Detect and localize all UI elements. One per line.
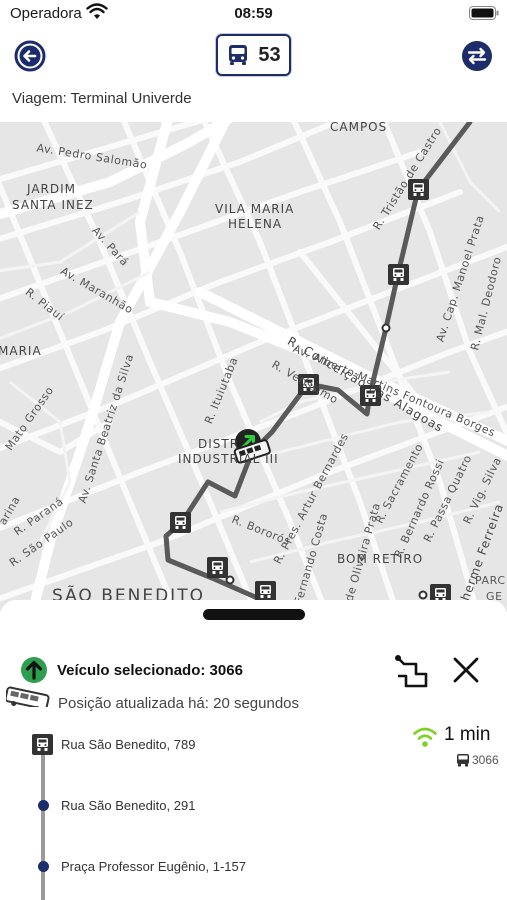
map-label: VILA MARIA <box>215 202 295 216</box>
map-label: BOM RETIRO <box>337 552 424 566</box>
sheet-drag-handle[interactable] <box>203 609 305 620</box>
back-button[interactable] <box>14 40 46 72</box>
clock: 08:59 <box>234 5 273 22</box>
live-signal-icon <box>413 727 437 747</box>
waypoint-dot <box>381 323 391 333</box>
eta-panel: 1 min 3066 <box>410 722 502 772</box>
bus-stop-marker[interactable] <box>255 581 276 602</box>
map-label: INDUSTRIAL III <box>178 452 279 466</box>
map-label: CAMPOS <box>330 122 388 134</box>
close-icon[interactable] <box>448 652 484 688</box>
map-label: DISTR <box>198 437 240 451</box>
stop-dot <box>38 861 49 872</box>
eta-time: 1 min <box>444 724 491 745</box>
line-selector[interactable]: 53 <box>216 34 291 76</box>
line-number: 53 <box>258 43 281 66</box>
bus-stop-marker[interactable] <box>388 264 409 285</box>
swap-direction-button[interactable] <box>461 40 493 72</box>
bus-stop-icon <box>32 734 53 755</box>
bus-stop-marker[interactable] <box>207 557 228 578</box>
position-updated-text: Posição atualizada há: 20 segundos <box>58 695 300 712</box>
route-path-icon[interactable] <box>390 652 430 692</box>
map-label: PARC <box>475 574 506 587</box>
status-bar: Operadora 08:59 <box>0 0 507 28</box>
app-screen: Operadora 08:59 53 Viagem: Terminal Univ… <box>0 0 507 900</box>
stop-dot <box>38 800 49 811</box>
trip-label: Viagem: Terminal Univerde <box>12 90 192 107</box>
stop-item[interactable]: Rua São Benedito, 291 <box>61 798 195 813</box>
eta-vehicle-id: 3066 <box>472 753 499 767</box>
map-label: SANTA INEZ <box>12 198 94 212</box>
bus-icon <box>229 45 248 65</box>
map-label: HELENA <box>228 217 283 231</box>
battery-icon <box>469 6 499 20</box>
bus-stop-marker[interactable] <box>170 512 191 533</box>
stop-item[interactable]: Rua São Benedito, 789 <box>61 737 195 752</box>
map-label: MARIA <box>0 344 42 358</box>
header: 53 <box>0 28 507 82</box>
bus-icon <box>457 754 469 767</box>
waypoint-dot <box>225 575 235 585</box>
selected-vehicle-title: Veículo selecionado: 3066 <box>57 662 243 679</box>
vehicle-icon <box>6 657 50 707</box>
stop-item[interactable]: Praça Professor Eugênio, 1-157 <box>61 859 246 874</box>
waypoint-dot <box>418 590 428 600</box>
route-timeline <box>41 735 45 900</box>
map-label: JARDIM <box>27 182 77 196</box>
map-view[interactable]: CAMPOS Av. Pedro Salomão JARDIM SANTA IN… <box>0 122 507 612</box>
